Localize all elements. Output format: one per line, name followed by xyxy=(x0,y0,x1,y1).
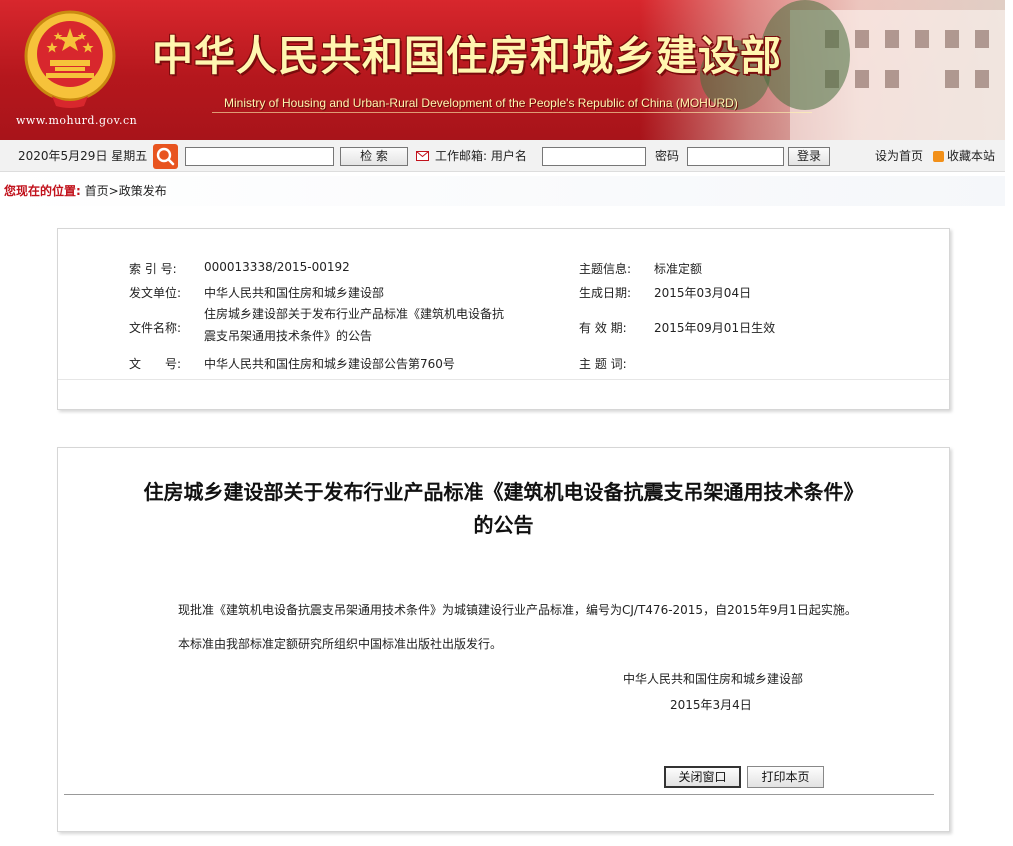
login-button[interactable]: 登录 xyxy=(788,147,830,166)
document-metadata-panel: 索 引 号: 000013338/2015-00192 发文单位: 中华人民共和… xyxy=(57,228,950,410)
content-divider xyxy=(64,794,934,795)
current-date: 2020年5月29日 星期五 xyxy=(18,149,148,163)
document-sign-date: 2015年3月4日 xyxy=(670,698,752,712)
mail-username-input[interactable] xyxy=(542,147,646,166)
close-window-button[interactable]: 关闭窗口 xyxy=(664,766,741,788)
print-page-button[interactable]: 打印本页 xyxy=(747,766,824,788)
bookmark-link[interactable]: 收藏本站 xyxy=(947,140,995,172)
file-name-label: 文件名称: xyxy=(129,321,182,335)
index-value: 000013338/2015-00192 xyxy=(204,260,350,274)
site-title: 中华人民共和国住房和城乡建设部 xyxy=(152,32,782,80)
file-name-value: 住房城乡建设部关于发布行业产品标准《建筑机电设备抗震支吊架通用技术条件》的公告 xyxy=(204,307,505,343)
password-label: 密码 xyxy=(655,149,680,163)
top-toolbar: 2020年5月29日 星期五 检 索 工作邮箱: 用户名 密码 登录 设为首页 … xyxy=(0,140,1005,172)
search-input[interactable] xyxy=(185,147,334,166)
doc-number-label: 文 号: xyxy=(129,357,182,371)
bookmark-icon xyxy=(933,151,944,162)
document-content-panel: 住房城乡建设部关于发布行业产品标准《建筑机电设备抗震支吊架通用技术条件》 的公告… xyxy=(57,447,950,832)
site-url: www.mohurd.gov.cn xyxy=(16,114,138,127)
document-paragraph-1: 现批准《建筑机电设备抗震支吊架通用技术条件》为城镇建设行业产品标准，编号为CJ/… xyxy=(178,603,857,617)
breadcrumb-current[interactable]: 政策发布 xyxy=(119,184,167,198)
breadcrumb-home[interactable]: 首页 xyxy=(85,184,109,198)
breadcrumb-label: 您现在的位置: xyxy=(4,184,81,198)
search-button[interactable]: 检 索 xyxy=(340,147,408,166)
metadata-divider xyxy=(58,379,949,380)
subtitle-divider xyxy=(212,112,812,113)
document-paragraph-2: 本标准由我部标准定额研究所组织中国标准出版社出版发行。 xyxy=(178,637,503,651)
issuer-label: 发文单位: xyxy=(129,286,182,300)
document-title: 住房城乡建设部关于发布行业产品标准《建筑机电设备抗震支吊架通用技术条件》 的公告 xyxy=(58,476,949,542)
breadcrumb: 您现在的位置: 首页>政策发布 xyxy=(0,176,1005,206)
created-date-value: 2015年03月04日 xyxy=(654,286,752,300)
created-date-label: 生成日期: xyxy=(579,286,632,300)
site-banner: www.mohurd.gov.cn 中华人民共和国住房和城乡建设部 Minist… xyxy=(0,0,1005,140)
site-subtitle: Ministry of Housing and Urban-Rural Deve… xyxy=(224,96,738,110)
mail-icon xyxy=(416,151,429,161)
validity-label: 有 效 期: xyxy=(579,321,627,335)
topic-value: 标准定额 xyxy=(654,262,703,276)
search-icon[interactable] xyxy=(153,144,178,169)
set-homepage-link[interactable]: 设为首页 xyxy=(875,140,923,172)
breadcrumb-separator: > xyxy=(108,184,119,198)
national-emblem-icon xyxy=(24,10,116,108)
document-signature: 中华人民共和国住房和城乡建设部 xyxy=(623,672,804,686)
index-label: 索 引 号: xyxy=(129,262,177,276)
document-title-line-1: 住房城乡建设部关于发布行业产品标准《建筑机电设备抗震支吊架通用技术条件》 xyxy=(143,480,864,504)
doc-number-value: 中华人民共和国住房和城乡建设部公告第760号 xyxy=(204,357,455,371)
validity-value: 2015年09月01日生效 xyxy=(654,321,776,335)
password-input[interactable] xyxy=(687,147,784,166)
mail-username-label: 工作邮箱: 用户名 xyxy=(435,149,527,163)
keywords-label: 主 题 词: xyxy=(579,357,627,371)
topic-label: 主题信息: xyxy=(579,262,632,276)
document-title-line-2: 的公告 xyxy=(473,513,534,537)
issuer-value: 中华人民共和国住房和城乡建设部 xyxy=(204,286,385,300)
